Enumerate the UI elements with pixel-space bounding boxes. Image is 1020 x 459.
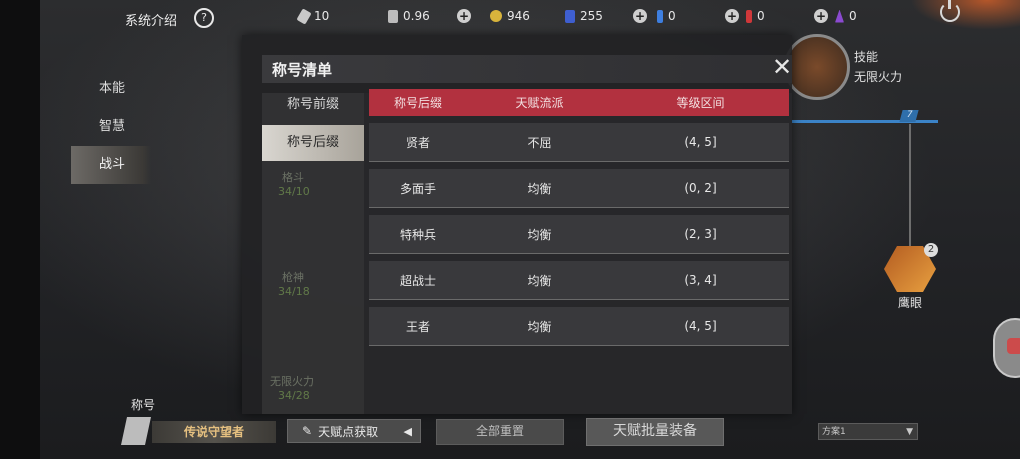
resource-red-vial: 0 xyxy=(746,9,765,23)
add-document-button[interactable]: + xyxy=(457,9,471,23)
batch-equip-button[interactable]: 天赋批量装备 xyxy=(586,418,724,446)
plus-icon: + xyxy=(633,9,647,23)
reset-all-button[interactable]: 全部重置 xyxy=(436,419,564,445)
table-header: 称号后缀 天赋流派 等级区间 xyxy=(369,89,789,116)
bullet-icon xyxy=(296,7,312,25)
add-card-button[interactable]: + xyxy=(633,9,647,23)
faded-card-label: 格斗 xyxy=(282,171,304,184)
table-row: 特种兵 均衡 (2, 3] xyxy=(369,215,789,254)
table-row: 超战士 均衡 (3, 4] xyxy=(369,261,789,300)
left-black-strip xyxy=(0,0,40,459)
faded-card-progress: 34/28 xyxy=(278,389,310,402)
purple-crystal-icon xyxy=(835,9,844,23)
top-bar: 系统介绍 ? 10 0.96 + 946 255 + 0 + 0 + 0 xyxy=(40,0,1020,34)
gold-coin-icon xyxy=(490,10,502,22)
add-crystal-button[interactable]: + xyxy=(814,9,828,23)
power-icon[interactable] xyxy=(940,0,960,22)
side-nav-combat[interactable]: 战斗 xyxy=(71,146,151,184)
resource-gold: 946 xyxy=(490,9,530,23)
resource-blue-vial: 0 xyxy=(657,9,676,23)
faded-card-label: 枪神 xyxy=(282,271,304,284)
add-red-vial-button[interactable]: + xyxy=(725,9,739,23)
title-caption: 称号 xyxy=(131,398,156,412)
hawk-eye-label: 鹰眼 xyxy=(898,296,923,310)
document-icon xyxy=(388,9,398,23)
right-side-tab[interactable] xyxy=(993,318,1020,378)
resource-document: 0.96 xyxy=(388,9,430,23)
red-vial-icon xyxy=(746,9,752,23)
side-nav-wisdom[interactable]: 智慧 xyxy=(71,108,151,146)
chevron-down-icon: ▼ xyxy=(906,427,913,437)
faded-card-progress: 34/10 xyxy=(278,185,310,198)
header-talent-school: 天赋流派 xyxy=(515,96,564,110)
table-row: 多面手 均衡 (0, 2] xyxy=(369,169,789,208)
close-icon[interactable]: ✕ xyxy=(770,55,794,79)
plus-icon: + xyxy=(725,9,739,23)
skill-label: 技能 xyxy=(854,50,879,64)
chevron-left-icon: ◀ xyxy=(403,424,412,438)
tab-column: 称号前缀 称号后缀 格斗 34/10 枪神 34/18 无限火力 34/28 xyxy=(262,93,364,414)
title-table: 称号后缀 天赋流派 等级区间 贤者 不屈 (4, 5] 多面手 均衡 (0, 2… xyxy=(369,89,789,346)
side-nav-instinct[interactable]: 本能 xyxy=(71,70,151,108)
resource-purple-crystal: 0 xyxy=(835,9,857,23)
skill-name: 无限火力 xyxy=(854,70,903,84)
blue-vial-icon xyxy=(657,9,663,23)
header-title-suffix: 称号后缀 xyxy=(393,96,442,110)
modal-header: 称号清单 xyxy=(262,55,792,83)
talent-points-icon: ✎ xyxy=(302,424,313,438)
tree-connector xyxy=(909,124,911,254)
skill-level-badge: 7 xyxy=(899,110,919,122)
modal-title: 称号清单 xyxy=(272,61,333,79)
system-intro-link[interactable]: 系统介绍 xyxy=(125,10,177,29)
side-nav: 本能 智慧 战斗 xyxy=(71,70,151,184)
tab-title-suffix[interactable]: 称号后缀 xyxy=(262,125,364,161)
resource-card: 255 xyxy=(565,9,603,23)
tab-title-prefix[interactable]: 称号前缀 xyxy=(262,87,364,123)
table-row: 贤者 不屈 (4, 5] xyxy=(369,123,789,162)
card-icon xyxy=(565,9,575,23)
header-level-range: 等级区间 xyxy=(676,96,725,110)
modal-body: 称号前缀 称号后缀 格斗 34/10 枪神 34/18 无限火力 34/28 称… xyxy=(262,89,792,414)
help-icon[interactable]: ? xyxy=(194,8,214,28)
table-row: 王者 均衡 (4, 5] xyxy=(369,307,789,346)
faded-card-label: 无限火力 xyxy=(270,375,314,388)
faded-card-progress: 34/18 xyxy=(278,285,310,298)
current-title[interactable]: 传说守望者 xyxy=(152,421,276,443)
scheme-select[interactable]: 方案1 ▼ xyxy=(818,423,918,440)
resource-bullet: 10 xyxy=(296,7,329,25)
hawk-eye-count-badge: 2 xyxy=(924,243,938,257)
plus-icon: + xyxy=(814,9,828,23)
talent-points-button[interactable]: ✎ 天赋点获取 ◀ xyxy=(287,419,421,443)
plus-icon: + xyxy=(457,9,471,23)
title-list-modal: 称号清单 ✕ 称号前缀 称号后缀 格斗 34/10 枪神 34/18 无限火力 … xyxy=(242,35,792,414)
